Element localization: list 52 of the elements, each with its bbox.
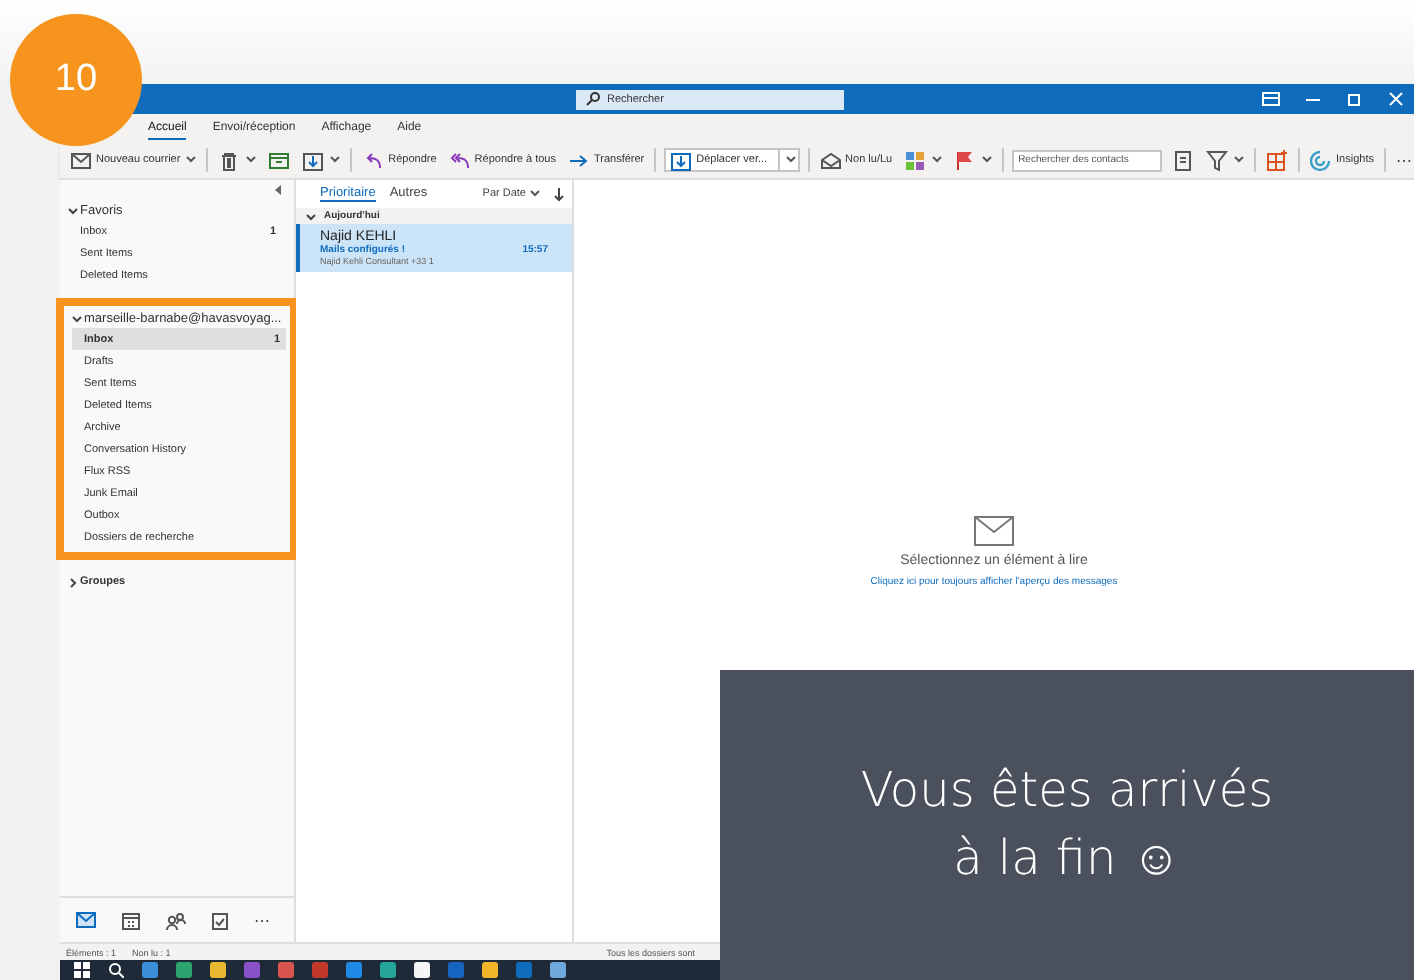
chevron-right-icon bbox=[68, 577, 78, 587]
swirl-icon bbox=[1310, 149, 1333, 171]
caret-icon bbox=[246, 156, 257, 164]
icon-button[interactable] bbox=[1170, 147, 1197, 173]
end-message: Vous êtes arrivés à la fin ☺ bbox=[858, 759, 1276, 889]
icon-button[interactable] bbox=[1264, 147, 1291, 173]
sort-arrow-icon[interactable] bbox=[554, 187, 564, 201]
open-envelope-icon bbox=[819, 149, 842, 171]
dropdown-button[interactable] bbox=[1204, 147, 1247, 173]
caret-icon bbox=[982, 156, 993, 164]
calendar-icon[interactable] bbox=[122, 911, 140, 929]
folder-arrow-icon bbox=[302, 149, 325, 171]
caret-icon bbox=[785, 156, 796, 164]
mail-icon[interactable] bbox=[76, 912, 96, 928]
caret-icon bbox=[186, 156, 197, 164]
more-button[interactable]: ⋯ bbox=[254, 911, 270, 929]
envelope-icon bbox=[70, 149, 92, 171]
more-button[interactable]: ⋯ bbox=[1393, 149, 1414, 171]
clipboard-check-icon[interactable] bbox=[212, 911, 228, 929]
search-icon bbox=[585, 92, 599, 106]
dropdown-button[interactable] bbox=[902, 147, 945, 173]
ribbon-display-icon[interactable] bbox=[1262, 92, 1280, 106]
chevron-down-icon bbox=[72, 313, 82, 323]
reply-arrow-icon bbox=[362, 149, 385, 171]
address-book-icon bbox=[1172, 149, 1195, 171]
color-grid-icon bbox=[904, 149, 927, 171]
step-badge: 10 bbox=[10, 14, 142, 146]
caret-icon bbox=[530, 190, 540, 198]
restore-icon[interactable] bbox=[1346, 92, 1364, 106]
search-icon[interactable] bbox=[108, 962, 124, 978]
close-icon[interactable] bbox=[1388, 92, 1406, 106]
caret-icon bbox=[1234, 156, 1245, 164]
trash-icon bbox=[218, 149, 241, 171]
dropdown-button[interactable] bbox=[952, 147, 995, 173]
forward-arrow-icon bbox=[567, 149, 590, 171]
dropdown-button[interactable] bbox=[216, 147, 259, 173]
flag-icon bbox=[954, 149, 977, 171]
dropdown-button[interactable] bbox=[300, 147, 343, 173]
grid-plus-icon bbox=[1266, 149, 1289, 171]
caret-icon bbox=[932, 156, 943, 164]
icon-button[interactable] bbox=[266, 147, 293, 173]
envelope-icon bbox=[974, 516, 1014, 546]
archive-icon bbox=[268, 149, 291, 171]
chevron-down-icon bbox=[68, 205, 78, 215]
filter-icon bbox=[1206, 149, 1229, 171]
collapse-icon[interactable] bbox=[274, 184, 282, 196]
windows-logo-icon[interactable] bbox=[74, 962, 90, 978]
chevron-down-icon bbox=[306, 211, 316, 221]
folder-arrow-icon bbox=[670, 149, 693, 171]
people-icon[interactable] bbox=[166, 911, 186, 929]
caret-icon bbox=[330, 156, 341, 164]
reply-all-icon bbox=[448, 149, 471, 171]
